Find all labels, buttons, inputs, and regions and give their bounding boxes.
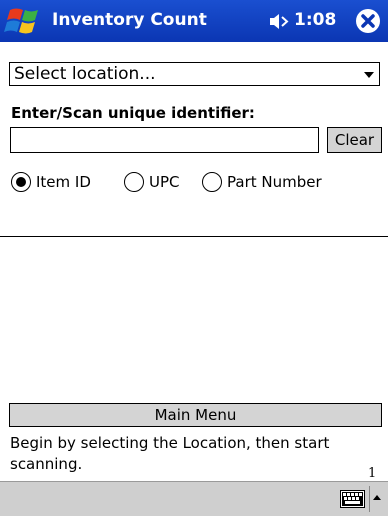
counter: 1 <box>368 466 377 481</box>
location-select[interactable]: Select location... <box>9 62 380 86</box>
radio-label-item-id: Item ID <box>36 173 91 191</box>
identifier-input[interactable] <box>10 127 319 153</box>
bottom-bar <box>0 481 388 516</box>
app-title: Inventory Count <box>52 10 207 30</box>
radio-item-id[interactable]: Item ID <box>11 171 91 193</box>
speaker-icon[interactable] <box>269 13 291 30</box>
radio-label-part-number: Part Number <box>227 173 322 191</box>
radio-circle[interactable] <box>124 172 144 192</box>
title-bar: Inventory Count 1:08 <box>0 0 388 42</box>
identifier-label: Enter/Scan unique identifier: <box>11 104 255 122</box>
keyboard-icon[interactable] <box>340 490 365 508</box>
windows-flag-icon[interactable] <box>4 4 46 38</box>
main-menu-button[interactable]: Main Menu <box>9 403 382 427</box>
divider <box>0 236 388 237</box>
radio-upc[interactable]: UPC <box>124 171 180 193</box>
clear-button[interactable]: Clear <box>327 127 382 153</box>
radio-circle-checked[interactable] <box>11 172 31 192</box>
clock[interactable]: 1:08 <box>294 10 336 30</box>
location-select-value: Select location... <box>14 64 156 84</box>
caret-up-icon[interactable] <box>373 495 381 500</box>
chevron-down-icon[interactable] <box>364 72 374 78</box>
divider <box>369 486 370 512</box>
radio-circle[interactable] <box>202 172 222 192</box>
close-circle-icon[interactable] <box>356 9 380 33</box>
instructions-text: Begin by selecting the Location, then st… <box>10 434 330 473</box>
radio-label-upc: UPC <box>149 173 180 191</box>
radio-part-number[interactable]: Part Number <box>202 171 322 193</box>
